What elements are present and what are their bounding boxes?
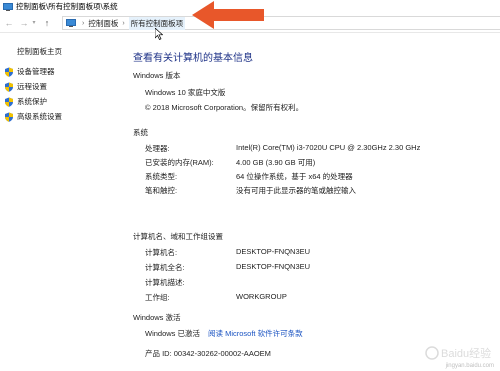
address-bar[interactable]: › 控制面板 › 所有控制面板项 <box>62 16 500 30</box>
watermark-url: jingyan.baidu.com <box>445 363 494 369</box>
copyright-text: © 2018 Microsoft Corporation。保留所有权利。 <box>145 103 304 112</box>
row-label: 笔和触控: <box>145 186 178 195</box>
row-label: 计算机描述: <box>145 278 185 287</box>
sidebar-item-label: 系统保护 <box>17 97 47 106</box>
row-value: DESKTOP-FNQN3EU <box>236 262 311 271</box>
sidebar-item-system-protection[interactable]: 系统保护 <box>4 96 47 107</box>
sidebar-item-label: 设备管理器 <box>17 67 55 76</box>
sidebar-item-device-manager[interactable]: 设备管理器 <box>4 66 55 77</box>
shield-icon <box>5 97 13 107</box>
product-id: 产品 ID: 00342-30262-00002-AAOEM <box>145 349 271 358</box>
sidebar-item-label: 高级系统设置 <box>17 112 62 121</box>
row-label: 计算机全名: <box>145 263 185 272</box>
windows-edition-value: Windows 10 家庭中文版 <box>145 88 226 97</box>
page-title: 查看有关计算机的基本信息 <box>133 53 253 64</box>
main-content: 查看有关计算机的基本信息 Windows 版本 Windows 10 家庭中文版… <box>133 34 500 371</box>
sidebar-item-label: 远程设置 <box>17 82 47 91</box>
control-panel-icon <box>3 2 13 11</box>
row-value: DESKTOP-FNQN3EU <box>236 247 311 256</box>
window-title: 控制面板\所有控制面板项\系统 <box>16 2 118 11</box>
section-windows-activation: Windows 激活 <box>133 313 181 322</box>
shield-icon <box>5 82 13 92</box>
row-value: 没有可用于此显示器的笔或触控输入 <box>236 186 356 195</box>
row-label: 处理器: <box>145 144 170 153</box>
breadcrumb-separator[interactable]: › <box>82 20 84 27</box>
row-value: Intel(R) Core(TM) i3-7020U CPU @ 2.30GHz… <box>236 143 421 152</box>
row-value: WORKGROUP <box>236 292 287 301</box>
activation-status: Windows 已激活 <box>145 329 201 338</box>
watermark-text: Baidu经验 <box>441 346 491 360</box>
section-computer-name: 计算机名、域和工作组设置 <box>133 232 223 241</box>
left-pane: 控制面板主页 设备管理器 远程设置 系统保护 高级系统设置 <box>0 34 120 371</box>
section-system: 系统 <box>133 128 148 137</box>
shield-icon <box>5 112 13 122</box>
control-panel-icon <box>66 19 76 27</box>
sidebar-item-remote-settings[interactable]: 远程设置 <box>4 81 47 92</box>
back-button[interactable]: ← <box>3 16 15 30</box>
row-value: 64 位操作系统，基于 x64 的处理器 <box>236 172 353 181</box>
breadcrumb-control-panel[interactable]: 控制面板 <box>88 18 118 29</box>
shield-icon <box>5 67 13 77</box>
annotation-arrow-icon <box>192 1 264 29</box>
row-value: 4.00 GB (3.90 GB 可用) <box>236 158 316 167</box>
row-label: 系统类型: <box>145 172 178 181</box>
forward-button[interactable]: → <box>18 16 30 30</box>
row-label: 计算机名: <box>145 248 178 257</box>
up-button[interactable]: ↑ <box>41 16 53 30</box>
control-panel-home-link[interactable]: 控制面板主页 <box>17 46 62 57</box>
breadcrumb-separator[interactable]: › <box>122 20 124 27</box>
recent-locations-dropdown[interactable]: ▾ <box>30 16 38 30</box>
license-terms-link[interactable]: 阅读 Microsoft 软件许可条款 <box>208 328 303 339</box>
row-label: 已安装的内存(RAM): <box>145 158 214 167</box>
sidebar-item-advanced-settings[interactable]: 高级系统设置 <box>4 111 62 122</box>
section-windows-edition: Windows 版本 <box>133 71 181 80</box>
row-label: 工作组: <box>145 293 170 302</box>
